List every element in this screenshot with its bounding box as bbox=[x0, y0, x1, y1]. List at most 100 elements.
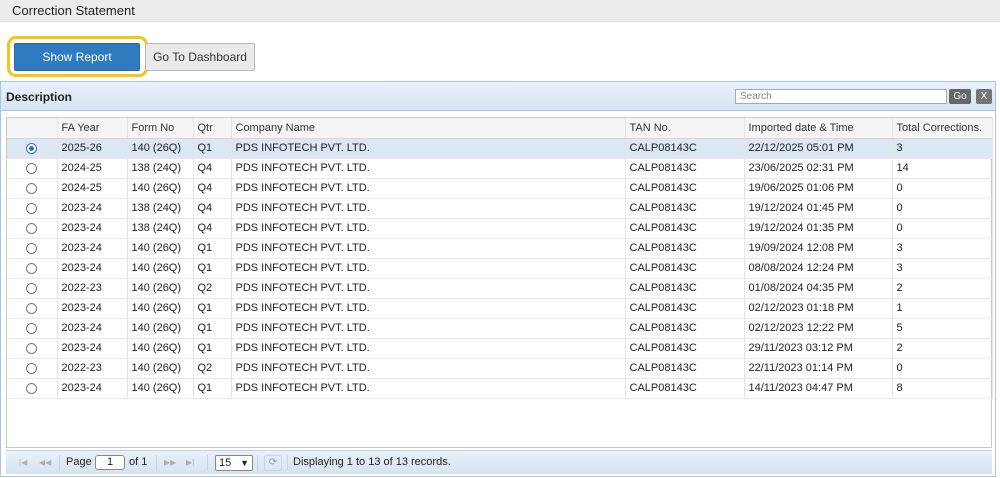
row-radio-button[interactable] bbox=[26, 242, 38, 254]
page-count-label: of 1 bbox=[129, 456, 148, 468]
tan-cell: CALP08143C bbox=[625, 358, 745, 379]
company-name-cell: PDS INFOTECH PVT. LTD. bbox=[231, 338, 626, 359]
table-row[interactable]: 2023-24 140 (26Q) Q1 PDS INFOTECH PVT. LTD.… bbox=[7, 298, 993, 319]
chevron-down-icon: ▼ bbox=[240, 458, 249, 468]
imported-date-cell: 22/12/2025 05:01 PM bbox=[744, 138, 893, 159]
row-radio-button[interactable] bbox=[26, 262, 38, 274]
row-radio-button[interactable] bbox=[26, 322, 38, 334]
column-header[interactable]: Imported date & Time bbox=[744, 118, 893, 139]
table-row[interactable]: 2023-24 140 (26Q) Q1 PDS INFOTECH PVT. LTD.… bbox=[7, 238, 993, 259]
table-row[interactable]: 2023-24 140 (26Q) Q1 PDS INFOTECH PVT. LTD.… bbox=[7, 378, 993, 399]
form-no-cell: 140 (26Q) bbox=[127, 138, 194, 159]
total-corrections-cell: 8 bbox=[892, 378, 993, 399]
form-no-cell: 140 (26Q) bbox=[127, 298, 194, 319]
first-page-icon[interactable]: |◀ bbox=[19, 458, 27, 467]
imported-date-cell: 29/11/2023 03:12 PM bbox=[744, 338, 893, 359]
data-grid: FA Year Form No Qtr Company Name TAN No.… bbox=[6, 117, 993, 448]
column-header[interactable]: Qtr bbox=[193, 118, 232, 139]
column-header[interactable]: TAN No. bbox=[625, 118, 745, 139]
company-name-cell: PDS INFOTECH PVT. LTD. bbox=[231, 238, 626, 259]
row-radio-button[interactable] bbox=[26, 182, 38, 194]
table-row[interactable]: 2025-26 140 (26Q) Q1 PDS INFOTECH PVT. LTD.… bbox=[7, 138, 993, 159]
imported-date-cell: 02/12/2023 12:22 PM bbox=[744, 318, 893, 339]
column-header[interactable]: Total Corrections. bbox=[892, 118, 993, 139]
table-row[interactable]: 2024-25 140 (26Q) Q4 PDS INFOTECH PVT. LTD.… bbox=[7, 178, 993, 199]
row-radio-button[interactable] bbox=[26, 342, 38, 354]
page-number-input[interactable]: 1 bbox=[95, 455, 125, 470]
tan-cell: CALP08143C bbox=[625, 238, 745, 259]
search-go-button[interactable]: Go bbox=[949, 89, 971, 104]
row-radio-button[interactable] bbox=[26, 222, 38, 234]
company-name-cell: PDS INFOTECH PVT. LTD. bbox=[231, 158, 626, 179]
form-no-cell: 140 (26Q) bbox=[127, 278, 194, 299]
qtr-cell: Q1 bbox=[193, 318, 232, 339]
corrections-table: FA Year Form No Qtr Company Name TAN No.… bbox=[7, 118, 993, 399]
fa-year-cell: 2022-23 bbox=[57, 278, 128, 299]
panel-title: Description bbox=[6, 90, 73, 104]
imported-date-cell: 01/08/2024 04:35 PM bbox=[744, 278, 893, 299]
column-header[interactable]: Form No bbox=[127, 118, 194, 139]
table-row[interactable]: 2023-24 140 (26Q) Q1 PDS INFOTECH PVT. LTD.… bbox=[7, 338, 993, 359]
last-page-icon[interactable]: ▶| bbox=[186, 458, 194, 467]
total-corrections-cell: 0 bbox=[892, 358, 993, 379]
tan-cell: CALP08143C bbox=[625, 338, 745, 359]
imported-date-cell: 19/06/2025 01:06 PM bbox=[744, 178, 893, 199]
row-radio-button[interactable] bbox=[26, 162, 38, 174]
table-row[interactable]: 2023-24 140 (26Q) Q1 PDS INFOTECH PVT. LTD.… bbox=[7, 258, 993, 279]
pagination-bar: |◀ ◀◀ Page 1 of 1 ▶▶ ▶| 15 ▼ ⟳ Displayin… bbox=[6, 450, 992, 474]
pager-separator bbox=[257, 455, 258, 471]
fa-year-cell: 2023-24 bbox=[57, 258, 128, 279]
table-row[interactable]: 2023-24 138 (24Q) Q4 PDS INFOTECH PVT. LTD.… bbox=[7, 198, 993, 219]
qtr-cell: Q1 bbox=[193, 338, 232, 359]
form-no-cell: 140 (26Q) bbox=[127, 178, 194, 199]
row-radio-button[interactable] bbox=[26, 362, 38, 374]
table-header-row: FA Year Form No Qtr Company Name TAN No.… bbox=[7, 118, 993, 139]
table-row[interactable]: 2022-23 140 (26Q) Q2 PDS INFOTECH PVT. LTD.… bbox=[7, 358, 993, 379]
imported-date-cell: 22/11/2023 01:14 PM bbox=[744, 358, 893, 379]
form-no-cell: 140 (26Q) bbox=[127, 358, 194, 379]
tan-cell: CALP08143C bbox=[625, 158, 745, 179]
column-header[interactable]: Company Name bbox=[231, 118, 626, 139]
go-to-dashboard-button[interactable]: Go To Dashboard bbox=[145, 43, 255, 71]
company-name-cell: PDS INFOTECH PVT. LTD. bbox=[231, 278, 626, 299]
page-size-select[interactable]: 15 ▼ bbox=[215, 455, 253, 471]
table-row[interactable]: 2023-24 138 (24Q) Q4 PDS INFOTECH PVT. LTD.… bbox=[7, 218, 993, 239]
total-corrections-cell: 3 bbox=[892, 258, 993, 279]
row-radio-button[interactable] bbox=[26, 202, 38, 214]
next-page-icon[interactable]: ▶▶ bbox=[164, 458, 176, 467]
row-radio-button[interactable] bbox=[26, 142, 38, 154]
total-corrections-cell: 2 bbox=[892, 278, 993, 299]
row-radio-button[interactable] bbox=[26, 302, 38, 314]
qtr-cell: Q4 bbox=[193, 158, 232, 179]
tan-cell: CALP08143C bbox=[625, 298, 745, 319]
tan-cell: CALP08143C bbox=[625, 178, 745, 199]
qtr-cell: Q2 bbox=[193, 278, 232, 299]
search-input[interactable] bbox=[735, 89, 947, 104]
table-row[interactable]: 2022-23 140 (26Q) Q2 PDS INFOTECH PVT. LTD.… bbox=[7, 278, 993, 299]
fa-year-cell: 2023-24 bbox=[57, 378, 128, 399]
table-row[interactable]: 2024-25 138 (24Q) Q4 PDS INFOTECH PVT. LTD.… bbox=[7, 158, 993, 179]
fa-year-cell: 2024-25 bbox=[57, 178, 128, 199]
total-corrections-cell: 0 bbox=[892, 218, 993, 239]
column-header[interactable]: FA Year bbox=[57, 118, 128, 139]
page-title: Correction Statement bbox=[12, 3, 135, 18]
table-row[interactable]: 2023-24 140 (26Q) Q1 PDS INFOTECH PVT. LTD.… bbox=[7, 318, 993, 339]
row-radio-button[interactable] bbox=[26, 282, 38, 294]
search-clear-button[interactable]: X bbox=[976, 89, 992, 104]
total-corrections-cell: 3 bbox=[892, 138, 993, 159]
show-report-button[interactable]: Show Report bbox=[14, 43, 140, 71]
company-name-cell: PDS INFOTECH PVT. LTD. bbox=[231, 298, 626, 319]
panel-header: Description Go X bbox=[1, 82, 995, 111]
imported-date-cell: 14/11/2023 04:47 PM bbox=[744, 378, 893, 399]
row-radio-button[interactable] bbox=[26, 382, 38, 394]
pager-separator bbox=[207, 455, 208, 471]
company-name-cell: PDS INFOTECH PVT. LTD. bbox=[231, 138, 626, 159]
imported-date-cell: 08/08/2024 12:24 PM bbox=[744, 258, 893, 279]
total-corrections-cell: 2 bbox=[892, 338, 993, 359]
prev-page-icon[interactable]: ◀◀ bbox=[39, 458, 51, 467]
fa-year-cell: 2023-24 bbox=[57, 298, 128, 319]
total-corrections-cell: 14 bbox=[892, 158, 993, 179]
row-select-cell bbox=[7, 238, 58, 259]
refresh-icon[interactable]: ⟳ bbox=[264, 455, 282, 471]
fa-year-cell: 2022-23 bbox=[57, 358, 128, 379]
